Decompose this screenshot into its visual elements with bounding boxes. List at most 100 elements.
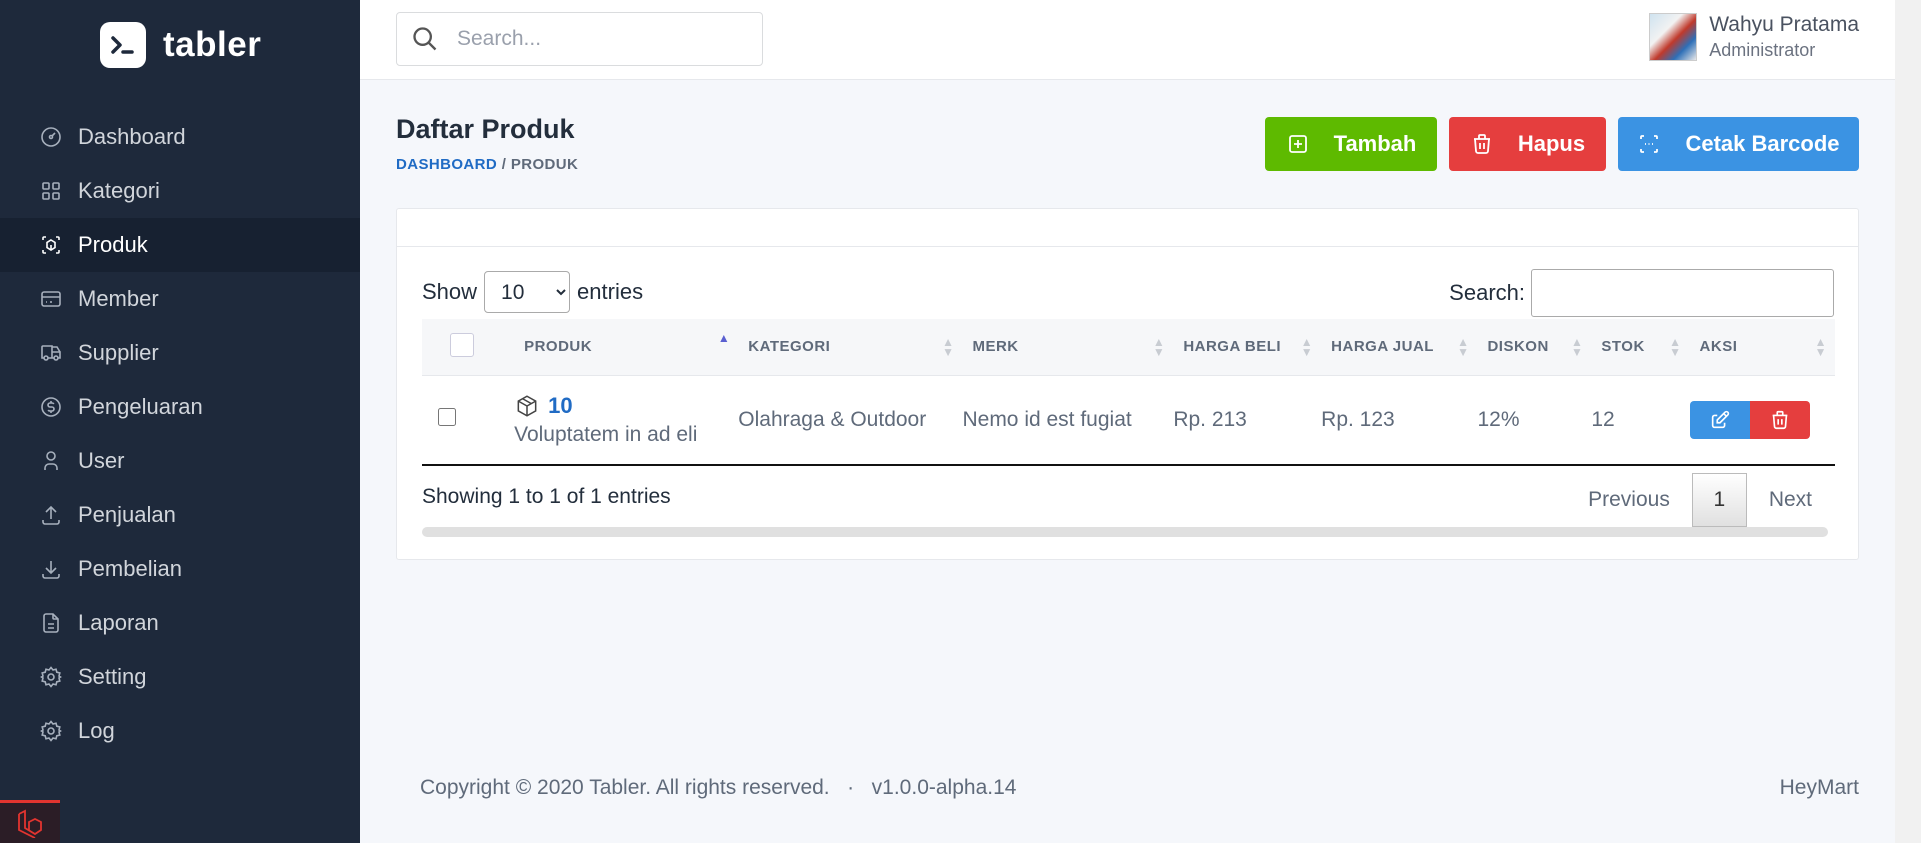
horizontal-scrollbar[interactable] [422,527,1828,537]
footer-separator: · [847,776,855,799]
sort-icon: ▲ ▼ [1570,335,1584,359]
row-actions [1689,400,1835,439]
sidebar-item-label: Pembelian [78,556,182,581]
gear-icon [38,718,64,744]
previous-page-button[interactable]: Previous [1566,488,1692,512]
search-input[interactable] [457,27,737,51]
plus-square-icon [1288,135,1307,153]
user-icon [38,448,64,474]
brand[interactable]: tabler [100,22,261,68]
grid-icon [38,178,64,204]
page-1-button[interactable]: 1 [1691,473,1747,527]
card-icon [38,286,64,312]
column-header-aksi[interactable]: AKSI ▲ ▼ [1690,319,1835,375]
header-search[interactable] [396,12,763,66]
sidebar-item-user[interactable]: User [0,434,360,488]
sidebar-item-penjualan[interactable]: Penjualan [0,488,360,542]
sidebar-item-setting[interactable]: Setting [0,650,360,704]
card-header [397,209,1858,247]
sidebar-item-label: Log [78,718,115,743]
product-code-link[interactable]: 10 [514,393,738,419]
table-header-row: PRODUK ▲ KATEGORI ▲ ▼ MERK ▲ ▼ HARGA BELI ▲ ▼ H… [422,319,1835,375]
show-label: Show [422,279,478,304]
column-label: KATEGORI [748,338,831,356]
box-icon [38,232,64,258]
cetak-barcode-button-label: Cetak Barcode [1685,131,1840,156]
tambah-button[interactable]: Tambah [1265,117,1437,171]
product-code: 10 [548,392,573,418]
sort-icon: ▲ ▼ [1457,335,1470,359]
sidebar-item-supplier[interactable]: Supplier [0,326,360,380]
sidebar-item-dashboard[interactable]: Dashboard [0,110,360,164]
sidebar-item-label: Laporan [78,610,159,635]
column-header-stok[interactable]: STOK ▲ ▼ [1591,319,1689,375]
next-page-button[interactable]: Next [1747,488,1834,512]
footer-version[interactable]: v1.0.0-alpha.14 [872,776,1017,799]
cell-harga-jual: Rp. 123 [1321,407,1395,431]
column-label: MERK [972,338,1019,356]
sort-icon: ▲ ▼ [1814,335,1827,359]
sidebar-item-label: Setting [78,664,147,689]
breadcrumb-separator: / [501,156,507,173]
vertical-scrollbar[interactable] [1895,0,1921,843]
coin-icon [38,394,64,420]
cell-diskon: 12% [1477,407,1520,431]
table-search-control: Search: [1449,269,1834,317]
column-label: PRODUK [524,338,593,356]
entries-length-control: Show 10 entries [422,271,643,313]
column-header-merk[interactable]: MERK ▲ ▼ [962,319,1173,375]
table-row: 10 Voluptatem in ad eli Olahraga & Outdo… [422,375,1835,465]
sidebar-item-member[interactable]: Member [0,272,360,326]
sidebar-nav: Dashboard Kategori Produk Member Supplie… [0,110,360,758]
footer: Copyright © 2020 Tabler. All rights rese… [420,776,1016,800]
entries-select[interactable]: 10 [484,271,571,313]
upload-icon [38,502,64,528]
sidebar: tabler Dashboard Kategori Produk Member … [0,0,360,843]
breadcrumb-dashboard-link[interactable]: DASHBOARD [396,156,497,173]
edit-icon [1711,410,1729,428]
sidebar-item-pembelian[interactable]: Pembelian [0,542,360,596]
user-menu[interactable]: Wahyu Pratama Administrator [1649,13,1859,61]
entries-label: entries [577,279,644,304]
sidebar-item-log[interactable]: Log [0,704,360,758]
box-icon [517,395,537,417]
page-title: Daftar Produk [396,114,575,144]
sidebar-item-produk[interactable]: Produk [0,218,360,272]
column-header-diskon[interactable]: DISKON ▲ ▼ [1477,319,1591,375]
delete-button[interactable] [1749,400,1810,439]
dashboard-icon [38,124,64,150]
hapus-button[interactable]: Hapus [1449,117,1606,171]
sidebar-item-label: Supplier [78,340,159,365]
column-label: HARGA JUAL [1331,338,1434,356]
cell-stok: 12 [1591,407,1615,431]
truck-icon [38,340,64,366]
search-icon [413,27,437,51]
row-checkbox[interactable] [438,407,456,426]
top-header: Wahyu Pratama Administrator [360,0,1895,80]
product-name: Voluptatem in ad eli [514,422,698,446]
sidebar-item-label: Produk [78,232,148,257]
select-all-checkbox[interactable] [450,332,474,357]
column-header-harga-jual[interactable]: HARGA JUAL ▲ ▼ [1321,319,1477,375]
column-header-produk[interactable]: PRODUK ▲ [514,319,738,375]
cetak-barcode-button[interactable]: Cetak Barcode [1618,117,1859,171]
sidebar-item-label: Kategori [78,178,160,203]
sidebar-item-laporan[interactable]: Laporan [0,596,360,650]
column-label: DISKON [1487,338,1549,356]
sort-icon: ▲ ▼ [942,335,955,359]
sort-icon: ▲ ▼ [1300,335,1314,359]
sidebar-item-label: Penjualan [78,502,176,527]
column-header-harga-beli[interactable]: HARGA BELI ▲ ▼ [1173,319,1321,375]
trash-icon [1772,410,1787,429]
sidebar-item-pengeluaran[interactable]: Pengeluaran [0,380,360,434]
laravel-debugbar-icon[interactable] [0,800,60,843]
column-header-kategori[interactable]: KATEGORI ▲ ▼ [738,319,962,375]
footer-copyright: Copyright © 2020 Tabler. All rights rese… [420,776,830,799]
sidebar-item-label: Member [78,286,159,311]
table-search-input[interactable] [1531,269,1834,317]
hapus-button-label: Hapus [1517,131,1586,156]
sidebar-item-kategori[interactable]: Kategori [0,164,360,218]
file-icon [38,610,64,636]
edit-button[interactable] [1689,400,1750,439]
cell-kategori: Olahraga & Outdoor [738,407,927,431]
